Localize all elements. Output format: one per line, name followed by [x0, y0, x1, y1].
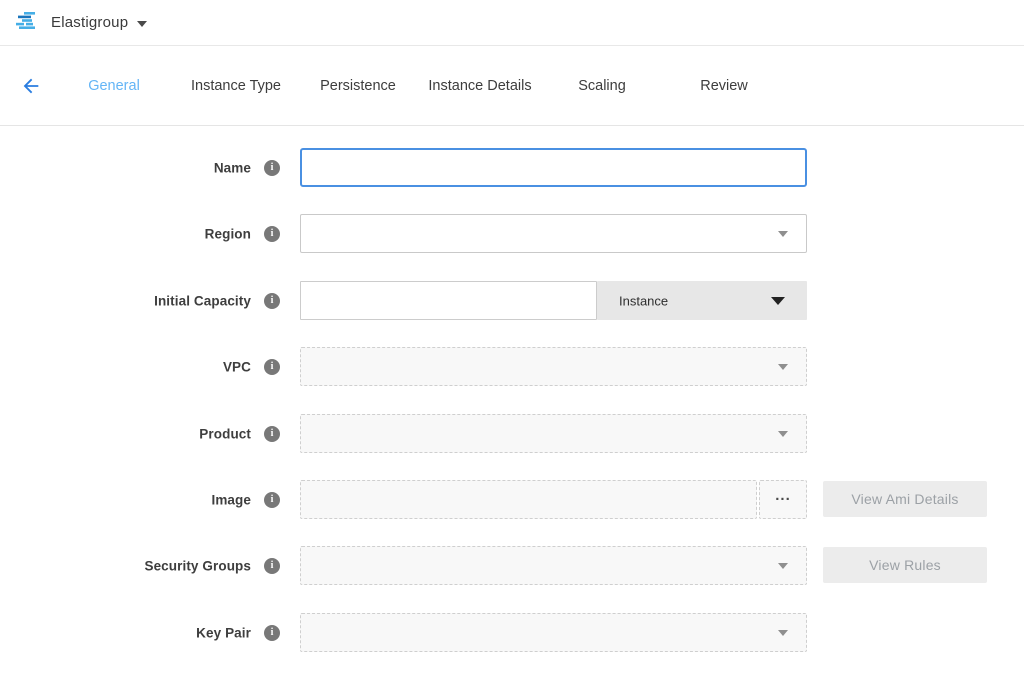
tab-instance-type[interactable]: Instance Type: [175, 78, 297, 94]
form-row-name: Name i: [0, 148, 1024, 187]
info-icon[interactable]: i: [264, 359, 280, 375]
image-browse-button: ...: [759, 480, 807, 519]
capacity-unit-value: Instance: [619, 293, 668, 308]
info-icon[interactable]: i: [264, 160, 280, 176]
tab-scaling[interactable]: Scaling: [541, 78, 663, 94]
key-pair-label: Key Pair: [60, 625, 251, 640]
elastigroup-create-wizard: Elastigroup General Instance Type Persis…: [0, 0, 1024, 688]
info-icon[interactable]: i: [264, 226, 280, 242]
info-icon[interactable]: i: [264, 426, 280, 442]
topbar: Elastigroup: [0, 0, 1024, 46]
tab-review[interactable]: Review: [663, 78, 785, 94]
form-row-region: Region i: [0, 214, 1024, 253]
tab-general[interactable]: General: [53, 78, 175, 94]
view-rules-button: View Rules: [823, 547, 987, 583]
chevron-down-icon[interactable]: [137, 21, 147, 27]
form-row-initial-capacity: Initial Capacity i Instance: [0, 281, 1024, 320]
wizard-tabbar: General Instance Type Persistence Instan…: [0, 47, 1024, 126]
view-ami-details-button: View Ami Details: [823, 481, 987, 517]
back-arrow-button[interactable]: [20, 75, 42, 97]
general-form: Name i Region i Initial Capacity i: [0, 127, 1024, 688]
security-groups-select: [300, 546, 807, 585]
wizard-tabs: General Instance Type Persistence Instan…: [53, 47, 785, 125]
dropdown-caret-icon: [778, 364, 788, 370]
info-icon[interactable]: i: [264, 625, 280, 641]
capacity-unit-select[interactable]: Instance: [597, 281, 807, 320]
dropdown-caret-icon: [778, 431, 788, 437]
info-icon[interactable]: i: [264, 293, 280, 309]
form-row-vpc: VPC i: [0, 347, 1024, 386]
back-arrow-icon: [20, 75, 42, 97]
vpc-label: VPC: [60, 359, 251, 374]
elastigroup-logo-icon: [14, 11, 41, 34]
tab-instance-details[interactable]: Instance Details: [419, 78, 541, 94]
region-label: Region: [60, 226, 251, 241]
image-input: [300, 480, 757, 519]
name-label: Name: [60, 160, 251, 175]
form-row-product: Product i: [0, 414, 1024, 453]
form-row-image: Image i ... View Ami Details: [0, 480, 1024, 519]
info-icon[interactable]: i: [264, 492, 280, 508]
product-select: [300, 414, 807, 453]
dropdown-caret-icon: [771, 297, 785, 305]
region-select[interactable]: [300, 214, 807, 253]
dropdown-caret-icon: [778, 630, 788, 636]
key-pair-select: [300, 613, 807, 652]
image-label: Image: [60, 492, 251, 507]
form-row-security-groups: Security Groups i View Rules: [0, 546, 1024, 585]
dropdown-caret-icon: [778, 231, 788, 237]
form-row-key-pair: Key Pair i: [0, 613, 1024, 652]
product-switcher[interactable]: Elastigroup: [51, 14, 128, 31]
product-label: Product: [60, 426, 251, 441]
tab-persistence[interactable]: Persistence: [297, 78, 419, 94]
name-input[interactable]: [300, 148, 807, 187]
dropdown-caret-icon: [778, 563, 788, 569]
initial-capacity-label: Initial Capacity: [60, 293, 251, 308]
info-icon[interactable]: i: [264, 558, 280, 574]
vpc-select: [300, 347, 807, 386]
security-groups-label: Security Groups: [60, 558, 251, 573]
initial-capacity-input[interactable]: [300, 281, 597, 320]
